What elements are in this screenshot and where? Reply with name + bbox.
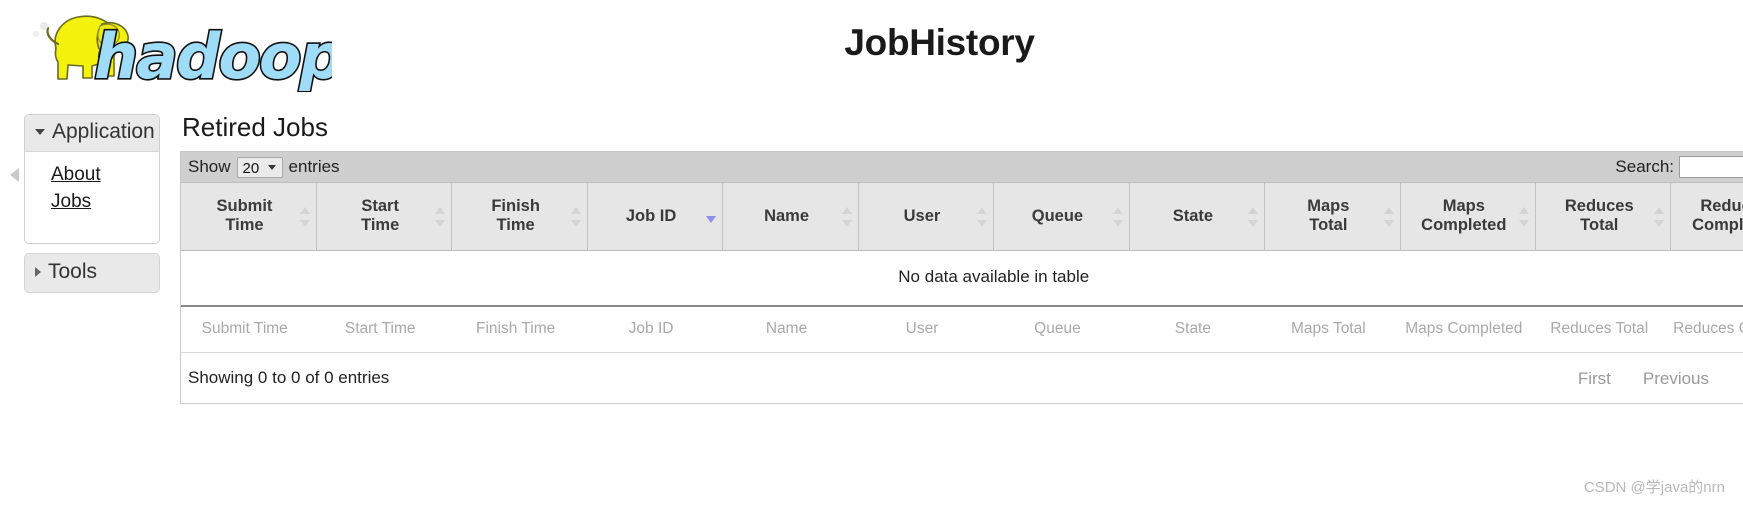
column-header-maps-completed[interactable]: Maps Completed: [1400, 183, 1537, 251]
column-header-reduces-completed[interactable]: Reduces Completed: [1670, 183, 1743, 251]
footer-label-maps-completed: Maps Completed: [1400, 306, 1536, 352]
page-header: hadoop JobHistory: [0, 0, 1743, 100]
retired-jobs-panel: Show 20 entries Search: Submit Time Star…: [180, 151, 1743, 404]
main-content: Retired Jobs Show 20 entries Search: Sub…: [180, 112, 1743, 404]
column-header-job-id[interactable]: Job ID: [587, 183, 724, 251]
watermark: CSDN @学java的nrn: [1583, 479, 1725, 496]
column-header-line2: Completed: [1692, 216, 1743, 234]
sidebar-tools-label: Tools: [48, 260, 98, 283]
sort-arrows-icon: [570, 206, 581, 228]
sidebar-collapse-handle[interactable]: [10, 168, 19, 182]
column-header-line2: Time: [361, 216, 400, 234]
sort-arrows-icon: [435, 206, 446, 228]
column-header-line1: Submit: [216, 197, 273, 215]
sort-arrows-icon: [299, 206, 310, 228]
table-footer-row: Submit Time Start Time Finish Time Job I…: [181, 306, 1743, 352]
datatable-controls: Show 20 entries Search:: [181, 152, 1743, 183]
sidebar-application-body: About Jobs: [25, 152, 159, 243]
column-header-user[interactable]: User: [858, 183, 995, 251]
table-foot: Submit Time Start Time Finish Time Job I…: [181, 306, 1743, 352]
sort-desc-icon: [706, 206, 717, 228]
retired-jobs-table: Submit Time Start Time Finish Time Job I…: [181, 183, 1743, 352]
footer-label-job-id: Job ID: [587, 306, 723, 352]
footer-label-start-time: Start Time: [316, 306, 452, 352]
column-header-line2: Total: [1309, 216, 1348, 234]
sort-arrows-icon: [977, 206, 988, 228]
footer-label-reduces-total: Reduces Total: [1535, 306, 1671, 352]
page-length-select-wrap: 20: [236, 156, 283, 178]
search-control: Search:: [1615, 152, 1743, 182]
footer-label-user: User: [858, 306, 994, 352]
search-label: Search:: [1615, 157, 1674, 176]
column-header-line1: Queue: [1031, 206, 1084, 225]
table-body: No data available in table: [181, 250, 1743, 307]
footer-label-reduces-completed: Reduces Complet: [1670, 306, 1743, 352]
datatable-footer: Showing 0 to 0 of 0 entries First Previo…: [181, 352, 1743, 404]
column-header-line2: Time: [496, 216, 535, 234]
column-header-line1: Name: [764, 206, 810, 225]
footer-label-queue: Queue: [993, 306, 1130, 352]
sidebar-item-jobs[interactable]: Jobs: [25, 188, 159, 215]
column-header-line2: Time: [225, 216, 264, 234]
sidebar-application-header[interactable]: Application: [25, 115, 159, 152]
table-head: Submit Time Start Time Finish Time Job I…: [181, 183, 1743, 251]
chevron-right-icon: [35, 267, 41, 277]
section-title: Retired Jobs: [182, 112, 328, 142]
sort-arrows-icon: [1383, 206, 1394, 228]
sidebar-section-tools[interactable]: Tools: [24, 253, 160, 293]
pagination-first[interactable]: First: [1578, 369, 1611, 389]
column-header-start-time[interactable]: Start Time: [316, 183, 453, 251]
empty-message: No data available in table: [181, 250, 1743, 307]
column-header-submit-time[interactable]: Submit Time: [181, 183, 317, 251]
sort-arrows-icon: [1248, 206, 1259, 228]
page-title: JobHistory: [844, 22, 1035, 63]
column-header-state[interactable]: State: [1129, 183, 1266, 251]
table-empty-row: No data available in table: [181, 250, 1743, 307]
sidebar-application-label: Application: [52, 120, 155, 143]
entries-label: entries: [288, 157, 340, 176]
show-label: Show: [188, 157, 231, 176]
sort-arrows-icon: [841, 206, 852, 228]
pagination: First Previous: [1578, 353, 1709, 405]
column-header-finish-time[interactable]: Finish Time: [451, 183, 588, 251]
table-header-row: Submit Time Start Time Finish Time Job I…: [181, 183, 1743, 251]
column-header-queue[interactable]: Queue: [993, 183, 1130, 251]
chevron-down-icon: [35, 129, 45, 135]
page-length-select[interactable]: 20: [236, 156, 283, 178]
column-header-line2: Completed: [1421, 216, 1507, 234]
column-header-line1: Job ID: [625, 206, 677, 225]
pagination-previous[interactable]: Previous: [1643, 369, 1709, 389]
sidebar-section-application: Application About Jobs: [24, 114, 160, 244]
footer-label-finish-time: Finish Time: [451, 306, 588, 352]
sort-arrows-icon: [1112, 206, 1123, 228]
footer-label-state: State: [1129, 306, 1265, 352]
entries-info: Showing 0 to 0 of 0 entries: [188, 368, 390, 387]
column-header-line1: Maps: [1307, 197, 1350, 215]
footer-label-name: Name: [722, 306, 859, 352]
column-header-line1: User: [903, 206, 941, 225]
footer-label-maps-total: Maps Total: [1264, 306, 1401, 352]
sidebar: Application About Jobs Tools: [24, 114, 160, 293]
footer-label-submit-time: Submit Time: [181, 306, 317, 352]
sort-arrows-icon: [1519, 206, 1530, 228]
column-header-line1: Reduces: [1700, 197, 1743, 215]
page-length-control: Show 20 entries: [188, 156, 340, 178]
column-header-line1: Reduces: [1564, 197, 1634, 215]
search-input[interactable]: [1679, 156, 1743, 178]
column-header-line2: Total: [1580, 216, 1619, 234]
column-header-line1: Start: [361, 197, 399, 215]
column-header-reduces-total[interactable]: Reduces Total: [1535, 183, 1672, 251]
column-header-name[interactable]: Name: [722, 183, 859, 251]
column-header-line1: Finish: [491, 197, 540, 215]
column-header-line1: State: [1172, 206, 1214, 225]
column-header-line1: Maps: [1442, 197, 1485, 215]
column-header-maps-total[interactable]: Maps Total: [1264, 183, 1401, 251]
sort-arrows-icon: [1654, 206, 1665, 228]
sidebar-item-about[interactable]: About: [25, 161, 159, 188]
